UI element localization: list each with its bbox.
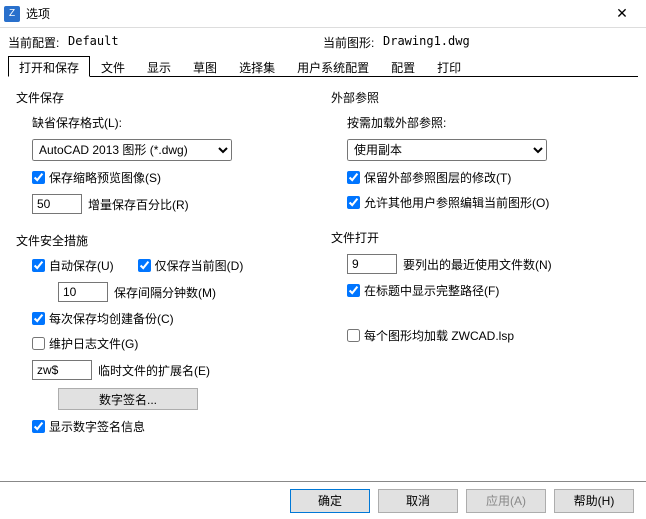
load-lsp-checkbox[interactable]: 每个图形均加载 ZWCAD.lsp xyxy=(347,327,514,344)
group-file-save-title: 文件保存 xyxy=(16,89,315,106)
show-signature-checkbox[interactable]: 显示数字签名信息 xyxy=(32,418,145,435)
maintain-log-input[interactable] xyxy=(32,337,45,350)
group-file-save: 文件保存 缺省保存格式(L): AutoCAD 2013 图形 (*.dwg) … xyxy=(16,89,315,214)
close-icon[interactable]: ✕ xyxy=(602,0,642,28)
tab-open-save[interactable]: 打开和保存 xyxy=(8,56,90,77)
group-xref: 外部参照 按需加载外部参照: 使用副本 保留外部参照图层的修改(T) xyxy=(331,89,630,211)
save-interval-input[interactable] xyxy=(58,282,108,302)
retain-layers-input[interactable] xyxy=(347,171,360,184)
tab-print[interactable]: 打印 xyxy=(426,56,472,77)
apply-button[interactable]: 应用(A) xyxy=(466,489,546,513)
tab-drafting[interactable]: 草图 xyxy=(182,56,228,77)
current-only-input[interactable] xyxy=(138,259,151,272)
cancel-button[interactable]: 取消 xyxy=(378,489,458,513)
group-file-open-title: 文件打开 xyxy=(331,229,630,246)
auto-save-checkbox[interactable]: 自动保存(U) xyxy=(32,257,114,274)
retain-layers-checkbox[interactable]: 保留外部参照图层的修改(T) xyxy=(347,169,511,186)
temp-ext-label: 临时文件的扩展名(E) xyxy=(98,362,210,379)
temp-ext-input[interactable] xyxy=(32,360,92,380)
show-signature-input[interactable] xyxy=(32,420,45,433)
full-path-input[interactable] xyxy=(347,284,360,297)
current-profile-value: Default xyxy=(68,34,119,51)
incremental-save-label: 增量保存百分比(R) xyxy=(88,196,189,213)
xref-load-label: 按需加载外部参照: xyxy=(347,114,630,131)
digital-signature-button[interactable]: 数字签名... xyxy=(58,388,198,410)
allow-edit-checkbox[interactable]: 允许其他用户参照编辑当前图形(O) xyxy=(347,194,549,211)
save-interval-label: 保存间隔分钟数(M) xyxy=(114,284,216,301)
current-drawing-value: Drawing1.dwg xyxy=(383,34,470,51)
auto-save-input[interactable] xyxy=(32,259,45,272)
group-file-open: 文件打开 要列出的最近使用文件数(N) 在标题中显示完整路径(F) xyxy=(331,229,630,299)
app-icon: Z xyxy=(4,6,20,22)
load-lsp-input[interactable] xyxy=(347,329,360,342)
ok-button[interactable]: 确定 xyxy=(290,489,370,513)
xref-load-select[interactable]: 使用副本 xyxy=(347,139,547,161)
profile-row: 当前配置: Default 当前图形: Drawing1.dwg xyxy=(8,34,638,51)
default-format-label: 缺省保存格式(L): xyxy=(32,114,315,131)
recent-files-input[interactable] xyxy=(347,254,397,274)
footer: 确定 取消 应用(A) 帮助(H) xyxy=(0,481,646,519)
group-file-safety: 文件安全措施 自动保存(U) 仅保存当前图(D) xyxy=(16,232,315,435)
current-drawing-label: 当前图形: xyxy=(323,34,383,51)
incremental-save-input[interactable] xyxy=(32,194,82,214)
create-backup-checkbox[interactable]: 每次保存均创建备份(C) xyxy=(32,310,174,327)
tab-selection[interactable]: 选择集 xyxy=(228,56,286,77)
tab-user-prefs[interactable]: 用户系统配置 xyxy=(286,56,380,77)
save-thumbnail-input[interactable] xyxy=(32,171,45,184)
tabs: 打开和保存 文件 显示 草图 选择集 用户系统配置 配置 打印 xyxy=(8,55,638,77)
current-profile-label: 当前配置: xyxy=(8,34,68,51)
group-misc: 每个图形均加载 ZWCAD.lsp xyxy=(331,327,630,344)
default-format-select[interactable]: AutoCAD 2013 图形 (*.dwg) xyxy=(32,139,232,161)
save-thumbnail-checkbox[interactable]: 保存缩略预览图像(S) xyxy=(32,169,161,186)
recent-files-label: 要列出的最近使用文件数(N) xyxy=(403,256,552,273)
group-xref-title: 外部参照 xyxy=(331,89,630,106)
current-only-checkbox[interactable]: 仅保存当前图(D) xyxy=(138,257,244,274)
tab-display[interactable]: 显示 xyxy=(136,56,182,77)
maintain-log-checkbox[interactable]: 维护日志文件(G) xyxy=(32,335,138,352)
tab-profiles[interactable]: 配置 xyxy=(380,56,426,77)
group-file-safety-title: 文件安全措施 xyxy=(16,232,315,249)
allow-edit-input[interactable] xyxy=(347,196,360,209)
titlebar: Z 选项 ✕ xyxy=(0,0,646,28)
tab-files[interactable]: 文件 xyxy=(90,56,136,77)
window-title: 选项 xyxy=(26,5,602,22)
help-button[interactable]: 帮助(H) xyxy=(554,489,634,513)
full-path-checkbox[interactable]: 在标题中显示完整路径(F) xyxy=(347,282,499,299)
create-backup-input[interactable] xyxy=(32,312,45,325)
